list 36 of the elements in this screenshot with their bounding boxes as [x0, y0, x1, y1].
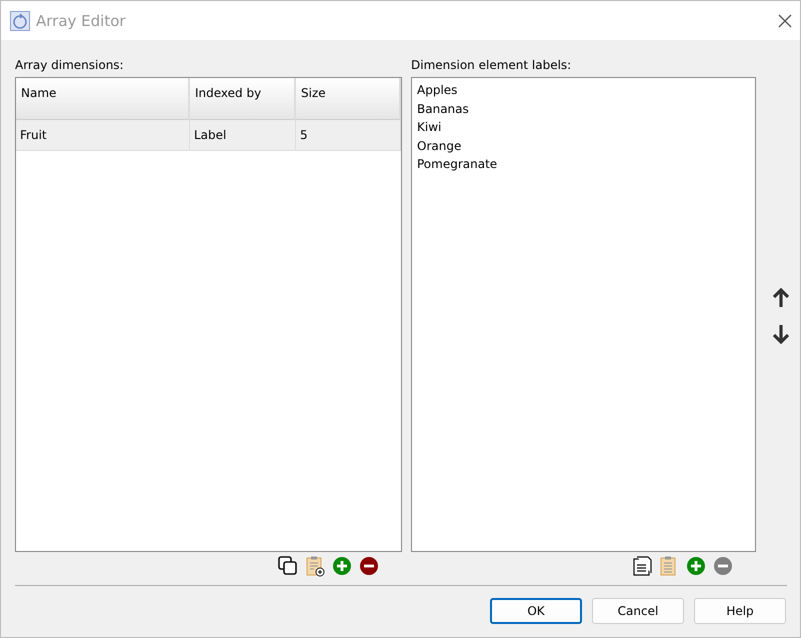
column-header[interactable]: Size	[296, 78, 401, 120]
dialog-button[interactable]: OK	[490, 598, 582, 624]
table-cell: Fruit	[16, 120, 190, 151]
down-arrow-icon	[771, 323, 791, 345]
list-item[interactable]: Pomegranate	[417, 155, 750, 174]
remove-icon	[358, 555, 380, 577]
list-item[interactable]: Bananas	[417, 100, 750, 118]
dialog-button[interactable]: Help	[694, 598, 786, 624]
remove-icon	[712, 555, 734, 577]
list-item[interactable]: Kiwi	[417, 118, 750, 136]
dialog-button[interactable]: Cancel	[592, 598, 684, 624]
copy-button[interactable]	[631, 555, 653, 577]
add-button[interactable]	[685, 555, 707, 577]
remove-button[interactable]	[358, 555, 380, 577]
table-cell: 5	[296, 120, 401, 151]
close-icon[interactable]	[778, 14, 792, 28]
list-item[interactable]: Apples	[417, 81, 750, 100]
document-icon	[631, 555, 653, 577]
paste-icon	[304, 555, 326, 577]
list-item[interactable]: Orange	[417, 136, 750, 155]
up-arrow-icon	[771, 287, 791, 309]
move-up-button[interactable]	[771, 287, 791, 309]
move-down-button[interactable]	[771, 323, 791, 345]
column-header[interactable]: Indexed by	[190, 78, 296, 120]
section-label: Dimension element labels:	[411, 56, 572, 74]
paste-button[interactable]	[304, 555, 326, 577]
app-icon	[10, 10, 30, 30]
column-header[interactable]: Name	[16, 78, 190, 120]
add-button[interactable]	[331, 555, 353, 577]
section-label: Array dimensions:	[15, 56, 125, 74]
add-icon	[331, 555, 353, 577]
copy-icon	[277, 555, 299, 577]
add-icon	[685, 555, 707, 577]
window-title: Array Editor	[36, 12, 127, 30]
table-cell: Label	[190, 120, 296, 151]
copy-button[interactable]	[277, 555, 299, 577]
